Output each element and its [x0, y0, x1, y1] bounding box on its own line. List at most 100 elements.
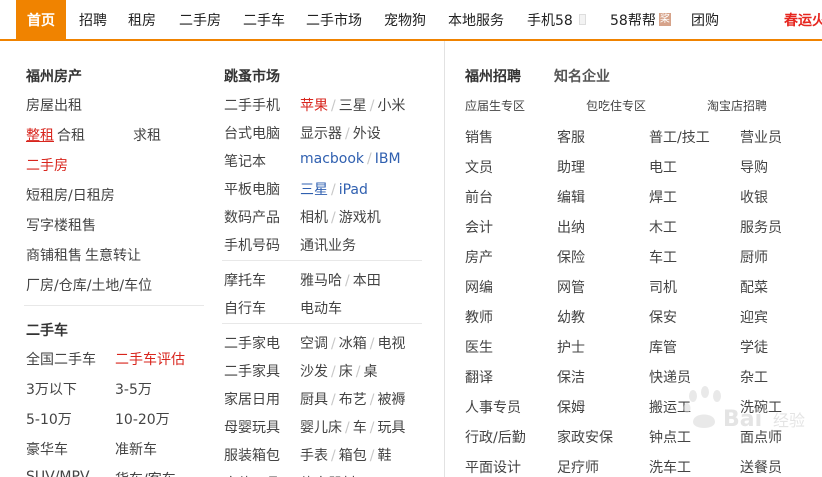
link-shop[interactable]: 商铺租售 [26, 245, 82, 265]
flea-subcategory-link[interactable]: 布艺 [339, 392, 367, 408]
link-short-rent[interactable]: 短租房/日租房 [26, 185, 115, 205]
flea-category[interactable]: 自行车 [224, 298, 266, 318]
flea-category[interactable]: 数码产品 [224, 207, 280, 227]
link-suv[interactable]: SUV/MPV [26, 469, 90, 477]
job-category-link[interactable]: 保险 [557, 247, 585, 267]
flea-category[interactable]: 家居日用 [224, 389, 280, 409]
flea-subcategory-link[interactable]: 电动车 [300, 301, 342, 317]
nav-spring-promo[interactable]: 春运火 [784, 0, 822, 39]
job-category-link[interactable]: 会计 [465, 217, 493, 237]
flea-category[interactable]: 二手家具 [224, 361, 280, 381]
job-category-link[interactable]: 足疗师 [557, 457, 599, 477]
link-transfer[interactable]: 生意转让 [85, 245, 141, 265]
flea-subcategory-link[interactable]: 三星 [339, 98, 367, 114]
job-category-link[interactable]: 洗车工 [649, 457, 691, 477]
job-category-link[interactable]: 网管 [557, 277, 585, 297]
job-category-link[interactable]: 教师 [465, 307, 493, 327]
link-quasi-new[interactable]: 准新车 [115, 439, 157, 459]
flea-subcategory-link[interactable]: 厨具 [300, 392, 328, 408]
flea-subcategory-link[interactable]: macbook [300, 151, 364, 167]
flea-subcategory-link[interactable]: IBM [375, 151, 401, 167]
flea-subcategory-link[interactable]: 显示器 [300, 126, 342, 142]
flea-subcategory-link[interactable]: 冰箱 [339, 336, 367, 352]
flea-category[interactable]: 文体用品 [224, 473, 280, 477]
flea-subcategory-link[interactable]: 床 [339, 364, 353, 380]
flea-category[interactable]: 服装箱包 [224, 445, 280, 465]
flea-category[interactable]: 摩托车 [224, 270, 266, 290]
job-category-link[interactable]: 导购 [740, 157, 768, 177]
link-factory[interactable]: 厂房/仓库/土地/车位 [26, 275, 152, 295]
job-category-link[interactable]: 迎宾 [740, 307, 768, 327]
nav-rent[interactable]: 租房 [128, 0, 156, 39]
job-category-link[interactable]: 医生 [465, 337, 493, 357]
flea-subcategory-link[interactable]: 手表 [300, 448, 328, 464]
flea-subcategory-link[interactable]: iPad [339, 182, 368, 198]
job-category-link[interactable]: 厨师 [740, 247, 768, 267]
flea-subcategory-link[interactable]: 电视 [377, 336, 405, 352]
job-category-link[interactable]: 木工 [649, 217, 677, 237]
job-category-link[interactable]: 车工 [649, 247, 677, 267]
nav-58bangbang[interactable]: 58帮帮桨 [610, 0, 671, 39]
job-category-link[interactable]: 文员 [465, 157, 493, 177]
flea-category[interactable]: 手机号码 [224, 235, 280, 255]
flea-category[interactable]: 笔记本 [224, 151, 266, 171]
job-category-link[interactable]: 房产 [465, 247, 493, 267]
job-category-link[interactable]: 护士 [557, 337, 585, 357]
job-category-link[interactable]: 服务员 [740, 217, 782, 237]
taobao-jobs-link[interactable]: 淘宝店招聘 [707, 97, 767, 114]
nav-second-house[interactable]: 二手房 [179, 0, 221, 39]
job-category-link[interactable]: 配菜 [740, 277, 768, 297]
link-truck[interactable]: 货车/客车 [115, 469, 176, 477]
job-category-link[interactable]: 洗碗工 [740, 397, 782, 417]
job-category-link[interactable]: 面点师 [740, 427, 782, 447]
job-category-link[interactable]: 出纳 [557, 217, 585, 237]
link-second-house[interactable]: 二手房 [26, 155, 68, 175]
nav-group-buy[interactable]: 团购 [691, 0, 719, 39]
nav-second-market[interactable]: 二手市场 [306, 0, 362, 39]
flea-subcategory-link[interactable]: 相机 [300, 210, 328, 226]
link-rent-house[interactable]: 房屋出租 [26, 95, 82, 115]
graduate-zone-link[interactable]: 应届生专区 [465, 97, 525, 114]
flea-subcategory-link[interactable]: 玩具 [377, 420, 405, 436]
nav-used-car[interactable]: 二手车 [243, 0, 285, 39]
link-shared-rent[interactable]: 合租 [57, 125, 85, 145]
nav-mobile58[interactable]: 手机58 [527, 0, 586, 39]
job-category-link[interactable]: 幼教 [557, 307, 585, 327]
job-category-link[interactable]: 翻译 [465, 367, 493, 387]
flea-subcategory-link[interactable]: 箱包 [339, 448, 367, 464]
link-under-3w[interactable]: 3万以下 [26, 379, 77, 399]
nav-jobs[interactable]: 招聘 [79, 0, 107, 39]
flea-subcategory-link[interactable]: 车 [353, 420, 367, 436]
job-category-link[interactable]: 保姆 [557, 397, 585, 417]
job-category-link[interactable]: 杂工 [740, 367, 768, 387]
flea-category[interactable]: 母婴玩具 [224, 417, 280, 437]
flea-subcategory-link[interactable]: 通讯业务 [300, 238, 356, 254]
job-category-link[interactable]: 前台 [465, 187, 493, 207]
flea-subcategory-link[interactable]: 空调 [300, 336, 328, 352]
nav-home[interactable]: 首页 [16, 0, 66, 39]
job-category-link[interactable]: 编辑 [557, 187, 585, 207]
job-category-link[interactable]: 搬运工 [649, 397, 691, 417]
link-5-10w[interactable]: 5-10万 [26, 409, 72, 429]
job-category-link[interactable]: 收银 [740, 187, 768, 207]
job-category-link[interactable]: 行政/后勤 [465, 427, 526, 447]
nav-local-service[interactable]: 本地服务 [448, 0, 504, 39]
flea-subcategory-link[interactable]: 三星 [300, 182, 328, 198]
famous-companies-link[interactable]: 知名企业 [554, 66, 610, 86]
job-category-link[interactable]: 营业员 [740, 127, 782, 147]
job-category-link[interactable]: 电工 [649, 157, 677, 177]
job-category-link[interactable]: 保安 [649, 307, 677, 327]
job-category-link[interactable]: 销售 [465, 127, 493, 147]
job-category-link[interactable]: 钟点工 [649, 427, 691, 447]
link-office[interactable]: 写字楼租售 [26, 215, 96, 235]
job-category-link[interactable]: 库管 [649, 337, 677, 357]
job-category-link[interactable]: 焊工 [649, 187, 677, 207]
flea-category[interactable]: 平板电脑 [224, 179, 280, 199]
flea-subcategory-link[interactable]: 游戏机 [339, 210, 381, 226]
flea-subcategory-link[interactable]: 雅马哈 [300, 273, 342, 289]
flea-category[interactable]: 台式电脑 [224, 123, 280, 143]
link-whole-rent[interactable]: 整租 [26, 125, 54, 145]
nav-pet-dog[interactable]: 宠物狗 [384, 0, 426, 39]
flea-subcategory-link[interactable]: 沙发 [300, 364, 328, 380]
link-want-rent[interactable]: 求租 [133, 125, 161, 145]
